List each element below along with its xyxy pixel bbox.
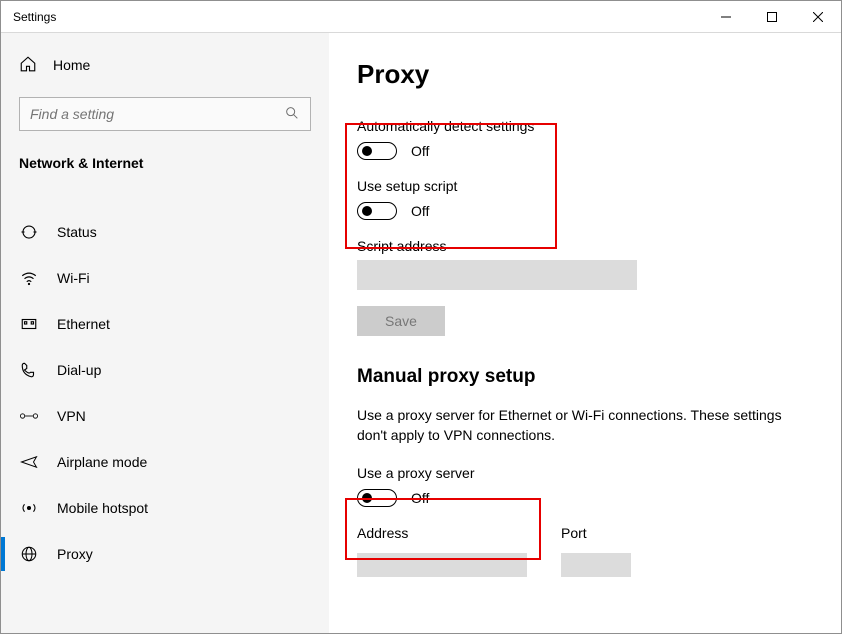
wifi-icon xyxy=(19,269,39,287)
search-box[interactable] xyxy=(19,97,311,131)
search-input[interactable] xyxy=(30,106,284,122)
manual-section-desc: Use a proxy server for Ethernet or Wi-Fi… xyxy=(357,406,813,445)
sidebar-item-vpn[interactable]: VPN xyxy=(19,393,311,439)
use-proxy-toggle[interactable] xyxy=(357,489,397,507)
auto-detect-state: Off xyxy=(411,143,429,159)
window-controls xyxy=(703,1,841,32)
sidebar-item-label: Proxy xyxy=(57,546,93,562)
maximize-button[interactable] xyxy=(749,1,795,32)
address-input[interactable] xyxy=(357,553,527,577)
home-label: Home xyxy=(53,57,90,73)
sidebar-item-status[interactable]: Status xyxy=(19,209,311,255)
ethernet-icon xyxy=(19,315,39,333)
setup-script-toggle[interactable] xyxy=(357,202,397,220)
minimize-button[interactable] xyxy=(703,1,749,32)
content-pane: Proxy Automatically detect settings Off … xyxy=(329,33,841,633)
window-title: Settings xyxy=(1,10,56,24)
auto-detect-toggle[interactable] xyxy=(357,142,397,160)
address-label: Address xyxy=(357,525,527,541)
sidebar-item-label: Status xyxy=(57,224,97,240)
home-nav[interactable]: Home xyxy=(19,53,311,77)
search-icon xyxy=(284,105,300,124)
setup-script-label: Use setup script xyxy=(357,178,813,194)
sidebar-item-label: Ethernet xyxy=(57,316,110,332)
save-button[interactable]: Save xyxy=(357,306,445,336)
hotspot-icon xyxy=(19,499,39,517)
airplane-icon xyxy=(19,453,39,471)
setting-use-proxy: Use a proxy server Off xyxy=(357,465,813,507)
sidebar-item-proxy[interactable]: Proxy xyxy=(19,531,311,577)
status-icon xyxy=(19,223,39,241)
sidebar-item-label: Airplane mode xyxy=(57,454,147,470)
dialup-icon xyxy=(19,361,39,379)
sidebar-item-label: VPN xyxy=(57,408,86,424)
titlebar: Settings xyxy=(1,1,841,33)
setting-script-address: Script address xyxy=(357,238,813,290)
setup-script-state: Off xyxy=(411,203,429,219)
sidebar-item-label: Mobile hotspot xyxy=(57,500,148,516)
sidebar-item-label: Dial-up xyxy=(57,362,101,378)
globe-icon xyxy=(19,545,39,563)
sidebar-item-dialup[interactable]: Dial-up xyxy=(19,347,311,393)
sidebar-item-wifi[interactable]: Wi-Fi xyxy=(19,255,311,301)
auto-detect-label: Automatically detect settings xyxy=(357,118,813,134)
sidebar-nav: Status Wi-Fi Ethernet Dial-up VPN xyxy=(19,209,311,577)
sidebar-item-ethernet[interactable]: Ethernet xyxy=(19,301,311,347)
sidebar-item-label: Wi-Fi xyxy=(57,270,90,286)
script-address-input[interactable] xyxy=(357,260,637,290)
home-icon xyxy=(19,55,37,76)
vpn-icon xyxy=(19,407,39,425)
port-input[interactable] xyxy=(561,553,631,577)
sidebar-item-hotspot[interactable]: Mobile hotspot xyxy=(19,485,311,531)
use-proxy-label: Use a proxy server xyxy=(357,465,813,481)
settings-window: Settings Home Network & Internet xyxy=(0,0,842,634)
sidebar: Home Network & Internet Status Wi-Fi xyxy=(1,33,329,633)
use-proxy-state: Off xyxy=(411,490,429,506)
manual-section-title: Manual proxy setup xyxy=(357,366,813,388)
page-title: Proxy xyxy=(357,59,813,90)
script-address-label: Script address xyxy=(357,238,813,254)
sidebar-item-airplane[interactable]: Airplane mode xyxy=(19,439,311,485)
address-port-row: Address Port xyxy=(357,525,813,577)
setting-auto-detect: Automatically detect settings Off xyxy=(357,118,813,160)
close-button[interactable] xyxy=(795,1,841,32)
port-label: Port xyxy=(561,525,631,541)
setting-setup-script: Use setup script Off xyxy=(357,178,813,220)
window-body: Home Network & Internet Status Wi-Fi xyxy=(1,33,841,633)
category-label: Network & Internet xyxy=(19,155,311,171)
